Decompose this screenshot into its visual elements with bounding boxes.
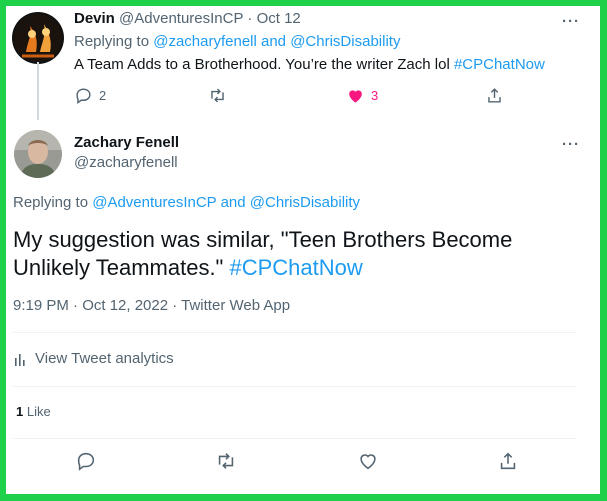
view-analytics-link[interactable]: View Tweet analytics: [13, 350, 174, 367]
author-handle[interactable]: @AdventuresInCP: [119, 10, 243, 27]
divider: [13, 332, 577, 333]
reply-tweet-actions: 2 3: [74, 86, 504, 108]
analytics-icon: [15, 353, 25, 366]
like-summary[interactable]: 1 Like: [16, 404, 51, 419]
retweet-button[interactable]: [215, 450, 237, 472]
share-icon: [500, 452, 516, 470]
avatar-devin[interactable]: [12, 12, 64, 64]
reply-tweet-header: Devin @AdventuresInCP · Oct 12: [74, 10, 301, 27]
tweet-body: A Team Adds to a Brotherhood. You’re the…: [74, 56, 454, 73]
reply-tweet-text: A Team Adds to a Brotherhood. You’re the…: [74, 56, 545, 73]
replying-to: Replying to @zacharyfenell and @ChrisDis…: [74, 33, 400, 50]
tweet-meta[interactable]: 9:19 PM · Oct 12, 2022 · Twitter Web App: [13, 297, 290, 314]
separator: ·: [243, 10, 257, 27]
like-word: Like: [23, 404, 51, 419]
author-name[interactable]: Zachary Fenell: [74, 134, 179, 151]
replying-prefix: Replying to: [13, 194, 93, 211]
hashtag-link[interactable]: #CPChatNow: [229, 255, 362, 280]
replying-prefix: Replying to: [74, 33, 154, 50]
like-count: 3: [371, 88, 379, 103]
mention-link[interactable]: @zacharyfenell: [153, 33, 257, 50]
retweet-button[interactable]: [208, 86, 227, 105]
mention-link[interactable]: @ChrisDisability: [290, 33, 400, 50]
reply-icon: [77, 452, 95, 471]
retweet-icon: [211, 88, 224, 103]
author-name[interactable]: Devin: [74, 10, 115, 27]
reply-icon: [76, 88, 91, 105]
like-icon: [349, 90, 362, 103]
mention-conjunction: and: [256, 33, 291, 50]
more-options-icon[interactable]: ···: [562, 14, 580, 29]
avatar-zachary[interactable]: [14, 130, 62, 178]
like-button[interactable]: [357, 450, 379, 472]
divider: [13, 438, 577, 439]
divider: [13, 386, 577, 387]
share-button[interactable]: [497, 450, 519, 472]
reply-button[interactable]: [75, 450, 97, 472]
share-icon: [488, 88, 501, 103]
share-button[interactable]: [485, 86, 504, 105]
mention-conjunction: and: [216, 194, 250, 211]
reply-count: 2: [99, 88, 107, 103]
author-handle[interactable]: @zacharyfenell: [74, 154, 178, 171]
hashtag-link[interactable]: #CPChatNow: [454, 56, 545, 73]
analytics-label: View Tweet analytics: [35, 350, 174, 367]
like-button[interactable]: 3: [346, 86, 378, 105]
tweet-date[interactable]: Oct 12: [257, 10, 301, 27]
more-options-icon[interactable]: ···: [562, 137, 580, 152]
mention-link[interactable]: @ChrisDisability: [250, 194, 360, 211]
tweet-card: Devin @AdventuresInCP · Oct 12 ··· Reply…: [6, 6, 600, 494]
reply-button[interactable]: 2: [74, 86, 106, 105]
mention-link[interactable]: @AdventuresInCP: [92, 194, 216, 211]
replying-to: Replying to @AdventuresInCP and @ChrisDi…: [13, 194, 360, 211]
like-icon: [360, 454, 376, 470]
main-tweet-text: My suggestion was similar, "Teen Brother…: [13, 226, 573, 282]
retweet-icon: [218, 453, 234, 469]
main-tweet-actions: [6, 450, 600, 476]
thread-line: [37, 62, 39, 120]
